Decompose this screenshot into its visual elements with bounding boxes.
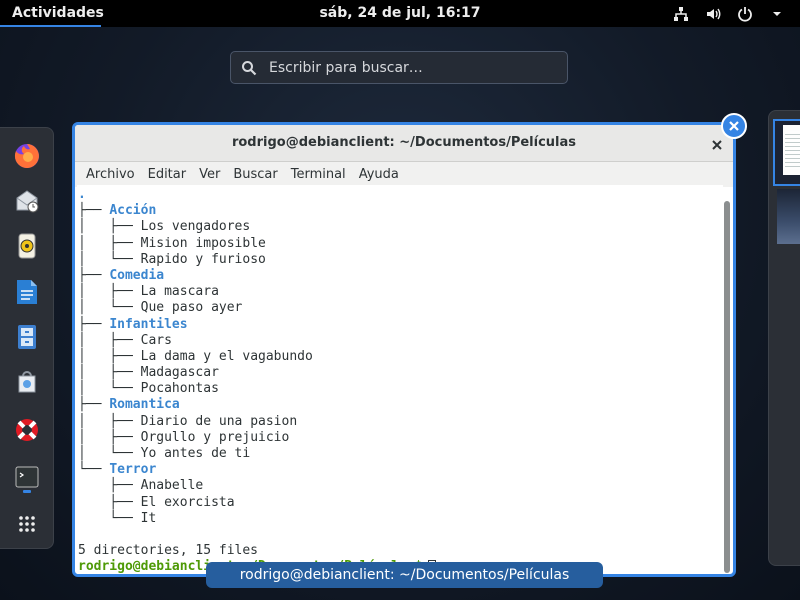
scrollbar-thumb[interactable] [724,201,730,573]
top-bar: Actividades sáb, 24 de jul, 16:17 [0,0,800,27]
tree-file-line: ├── El exorcista [78,494,235,510]
terminal-icon[interactable] [11,461,43,493]
menu-buscar[interactable]: Buscar [228,162,285,187]
system-tray[interactable] [672,0,786,27]
search-icon [241,60,257,80]
tree-file-line: │ └── Pocahontas [78,381,219,397]
tree-summary: 5 directories, 15 files [78,543,259,559]
terminal-lines: . ├── Acción │ ├── Los vengadores │ ├── … [78,187,437,574]
menu-archivo[interactable]: Archivo [81,162,143,187]
window-title: rodrigo@debianclient: ~/Documentos/Pelíc… [231,135,577,150]
writer-document-icon[interactable] [11,276,43,308]
tree-file-line: │ └── Yo antes de ti [78,446,251,461]
show-applications-icon[interactable] [11,508,43,540]
menu-editar[interactable]: Editar [143,162,195,187]
tree-file-line: │ ├── Cars [78,332,172,348]
evolution-mail-icon[interactable] [11,185,43,217]
tree-file-line: │ ├── Mision imposible [78,235,266,251]
workspace-thumbnail-2[interactable] [777,189,800,244]
overview-close-icon[interactable] [721,113,747,139]
menu-terminal[interactable]: Terminal [286,162,354,187]
menu-ver[interactable]: Ver [194,162,228,187]
rhythmbox-icon[interactable] [11,230,43,262]
tree-root: . [78,187,86,202]
tree-dir-line: ├── Infantiles [78,316,188,332]
tree-dir-line: └── Terror [78,462,157,478]
tree-dir-line: ├── Acción [78,203,157,219]
tree-file-line: │ ├── Madagascar [78,365,219,381]
network-icon[interactable] [672,5,690,23]
tree-file-line: └── It [78,510,157,526]
power-icon[interactable] [736,5,754,23]
dropdown-icon[interactable] [768,5,786,23]
tree-file-line: │ └── Rapido y furioso [78,251,266,267]
workspace-thumbnail-1[interactable] [773,119,800,186]
firefox-icon[interactable] [11,140,43,172]
tree-file-line: │ ├── Diario de una pasion [78,413,298,429]
tree-file-line: │ ├── Orgullo y prejuicio [78,429,290,445]
tree-file-line: │ └── Que paso ayer [78,300,243,316]
volume-icon[interactable] [704,5,722,23]
dash [0,127,54,549]
tree-dir-line: ├── Romantica [78,397,180,413]
help-lifebuoy-icon[interactable] [11,414,43,446]
menu-ayuda[interactable]: Ayuda [354,162,407,187]
close-icon[interactable] [711,136,723,155]
files-cabinet-icon[interactable] [11,321,43,353]
window-titlebar[interactable]: rodrigo@debianclient: ~/Documentos/Pelíc… [75,125,733,162]
tree-file-line: │ ├── Los vengadores [78,219,251,235]
terminal-window[interactable]: rodrigo@debianclient: ~/Documentos/Pelíc… [72,122,736,577]
mini-window-content [785,131,800,169]
window-caption: rodrigo@debianclient: ~/Documentos/Pelíc… [206,562,603,588]
terminal-output[interactable]: . ├── Acción │ ├── Los vengadores │ ├── … [77,185,723,574]
tree-file-line: │ ├── La dama y el vagabundo [78,348,313,364]
workspace-switcher [768,110,800,566]
tree-file-line: ├── Anabelle [78,478,204,494]
tree-file-line: │ ├── La mascara [78,284,219,300]
software-center-icon[interactable] [11,366,43,398]
search-input[interactable]: Escribir para buscar… [269,52,423,84]
tree-dir-line: ├── Comedia [78,267,165,283]
search-field[interactable]: Escribir para buscar… [230,51,568,84]
running-indicator [23,490,31,493]
menu-bar: Archivo Editar Ver Buscar Terminal Ayuda [75,162,733,187]
scrollbar[interactable] [723,187,731,573]
